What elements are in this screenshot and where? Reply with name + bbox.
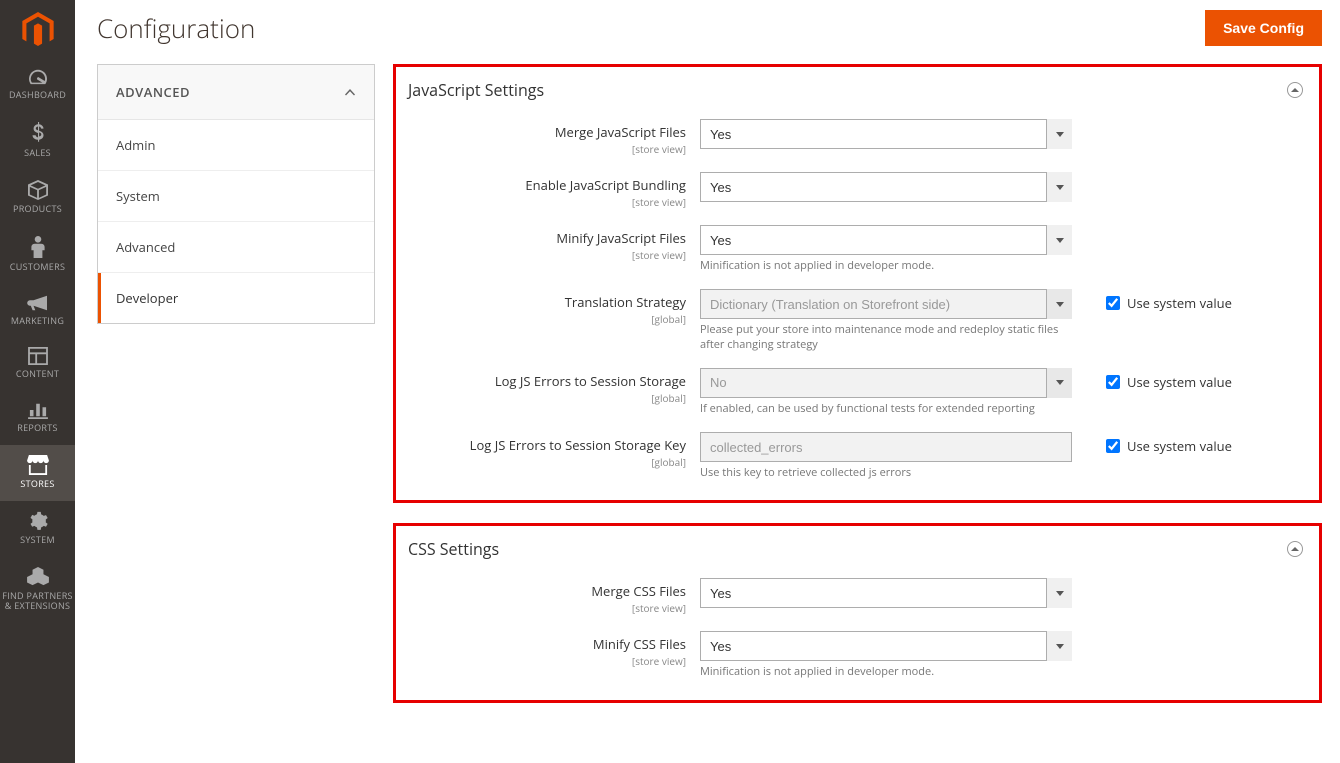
scope-badge: [global] — [408, 391, 686, 405]
cubes-icon — [27, 567, 49, 587]
scope-badge: [global] — [408, 455, 686, 469]
nav-reports[interactable]: REPORTS — [0, 391, 75, 445]
label-minify-js: Minify JavaScript Files — [408, 229, 686, 247]
nav-system[interactable]: SYSTEM — [0, 501, 75, 557]
bar-chart-icon — [28, 401, 48, 419]
panel-title: CSS Settings — [408, 538, 499, 560]
label-translation: Translation Strategy — [408, 293, 686, 311]
page-title: Configuration — [97, 10, 255, 46]
note-translation: Please put your store into maintenance m… — [700, 323, 1072, 352]
sidenav: DASHBOARD SALES PRODUCTS CUSTOMERS MARKE… — [0, 0, 75, 763]
scope-badge: [store view] — [408, 654, 686, 668]
label-log-key: Log JS Errors to Session Storage Key — [408, 436, 686, 454]
label-use-system[interactable]: Use system value — [1127, 437, 1232, 455]
gear-icon — [28, 511, 48, 531]
select-minify-css[interactable] — [700, 631, 1072, 661]
scope-badge: [store view] — [408, 601, 686, 615]
label-merge-css: Merge CSS Files — [408, 582, 686, 600]
config-tab-advanced[interactable]: Advanced — [98, 222, 374, 273]
label-bundle-js: Enable JavaScript Bundling — [408, 176, 686, 194]
checkbox-use-system-translation[interactable] — [1106, 296, 1120, 310]
collapse-icon[interactable] — [1287, 82, 1303, 98]
box-icon — [27, 180, 49, 200]
chevron-up-icon — [344, 88, 356, 96]
panel-css-settings: CSS Settings Merge CSS Files [store view… — [393, 523, 1322, 702]
label-use-system[interactable]: Use system value — [1127, 373, 1232, 391]
magento-logo-icon — [20, 12, 56, 48]
label-merge-js: Merge JavaScript Files — [408, 123, 686, 141]
checkbox-use-system-log-key[interactable] — [1106, 439, 1120, 453]
select-minify-js[interactable] — [700, 225, 1072, 255]
input-log-key — [700, 432, 1072, 462]
megaphone-icon — [27, 294, 49, 312]
nav-partners[interactable]: FIND PARTNERS & EXTENSIONS — [0, 557, 75, 623]
person-icon — [31, 236, 45, 258]
config-tab-system[interactable]: System — [98, 171, 374, 222]
config-tab-developer[interactable]: Developer — [98, 273, 374, 323]
scope-badge: [store view] — [408, 142, 686, 156]
panel-title: JavaScript Settings — [408, 79, 544, 101]
select-log-errors — [700, 368, 1072, 398]
select-translation — [700, 289, 1072, 319]
select-merge-js[interactable] — [700, 119, 1072, 149]
note-log-errors: If enabled, can be used by functional te… — [700, 402, 1072, 416]
dollar-icon — [31, 122, 45, 144]
nav-stores[interactable]: STORES — [0, 445, 75, 501]
select-bundle-js[interactable] — [700, 172, 1072, 202]
nav-marketing[interactable]: MARKETING — [0, 284, 75, 338]
label-use-system[interactable]: Use system value — [1127, 294, 1232, 312]
nav-products[interactable]: PRODUCTS — [0, 170, 75, 226]
scope-badge: [store view] — [408, 248, 686, 262]
nav-content[interactable]: CONTENT — [0, 337, 75, 391]
config-tabs: ADVANCED Admin System Advanced Developer — [97, 64, 375, 324]
save-config-button[interactable]: Save Config — [1205, 10, 1322, 46]
nav-customers[interactable]: CUSTOMERS — [0, 226, 75, 284]
layout-icon — [28, 347, 48, 365]
checkbox-use-system-log-errors[interactable] — [1106, 375, 1120, 389]
scope-badge: [store view] — [408, 195, 686, 209]
panel-javascript-settings: JavaScript Settings Merge JavaScript Fil… — [393, 64, 1322, 503]
note-log-key: Use this key to retrieve collected js er… — [700, 466, 1072, 480]
gauge-icon — [27, 68, 49, 86]
nav-dashboard[interactable]: DASHBOARD — [0, 58, 75, 112]
note-minify-css: Minification is not applied in developer… — [700, 665, 1072, 679]
nav-sales[interactable]: SALES — [0, 112, 75, 170]
label-log-errors: Log JS Errors to Session Storage — [408, 372, 686, 390]
scope-badge: [global] — [408, 312, 686, 326]
config-tab-admin[interactable]: Admin — [98, 120, 374, 171]
select-merge-css[interactable] — [700, 578, 1072, 608]
note-minify-js: Minification is not applied in developer… — [700, 259, 1072, 273]
collapse-icon[interactable] — [1287, 541, 1303, 557]
store-icon — [27, 455, 49, 475]
label-minify-css: Minify CSS Files — [408, 635, 686, 653]
config-tab-group-advanced[interactable]: ADVANCED — [98, 65, 374, 120]
